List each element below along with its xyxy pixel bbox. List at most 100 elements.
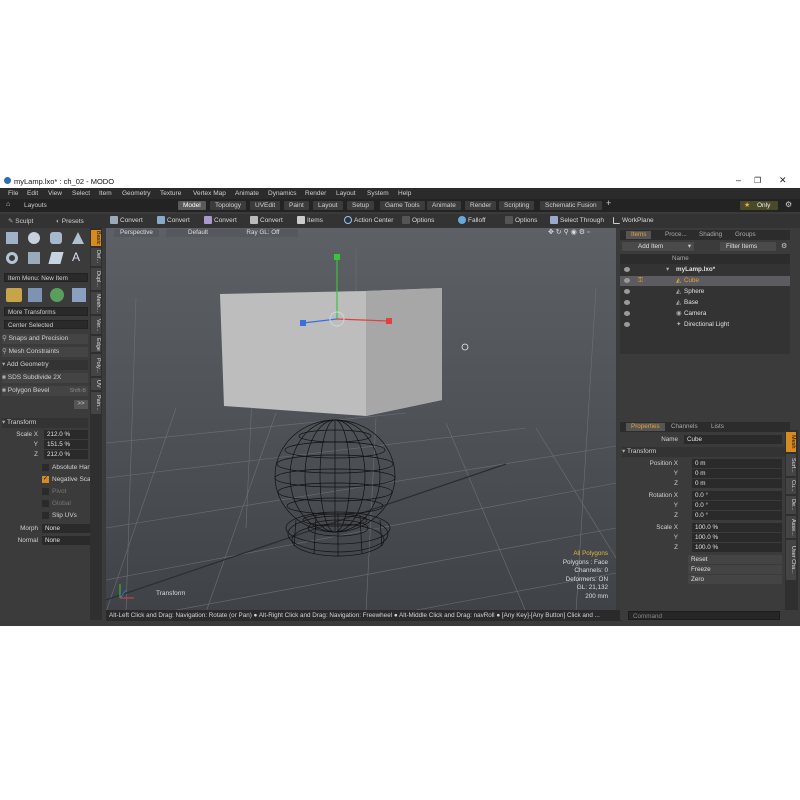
filter-items-button[interactable]: Filter Items — [720, 242, 776, 251]
tab-lists[interactable]: Lists — [706, 423, 729, 431]
tab-layout[interactable]: Layout — [313, 201, 343, 210]
menu-file[interactable]: File — [8, 190, 18, 197]
move-tool-icon[interactable] — [28, 288, 42, 302]
cylinder-primitive-icon[interactable] — [50, 232, 62, 244]
side-tab-mesh[interactable]: Mesh... — [91, 292, 101, 314]
tab-groups[interactable]: Groups — [730, 231, 761, 239]
scale-x-field[interactable]: 100.0 % — [692, 523, 782, 532]
side-tab-deformers[interactable]: De... — [786, 496, 796, 514]
home-icon[interactable]: ⌂ — [6, 201, 10, 208]
tab-model[interactable]: Model — [178, 201, 206, 210]
side-tab-curves[interactable]: Cu... — [786, 478, 796, 494]
side-tab-polygon[interactable]: Poly... — [91, 354, 101, 376]
side-tab-deform[interactable]: Def... — [91, 248, 101, 266]
sphere-primitive-icon[interactable] — [28, 232, 40, 244]
rotate-tool-icon[interactable] — [50, 288, 64, 302]
gear-icon[interactable]: ⚙ — [785, 200, 792, 209]
tab-properties[interactable]: Properties — [626, 423, 665, 431]
rotation-y-field[interactable]: 0.0 ° — [692, 501, 782, 510]
3d-viewport[interactable]: Perspective Default Ray GL: Off ✥ ↻ ⚲ ◉ … — [106, 228, 616, 612]
tree-item-sphere[interactable]: ◭ Sphere — [620, 287, 790, 297]
mesh-constraints-button[interactable]: ⚲ Mesh Constraints — [2, 347, 88, 357]
sphere-wireframe[interactable] — [274, 419, 396, 533]
menu-edit[interactable]: Edit — [27, 190, 38, 197]
negative-scale-checkbox[interactable]: ✓ Negative Scale — [42, 475, 96, 485]
action-center-button[interactable]: Action Center — [344, 216, 393, 226]
close-button[interactable]: ✕ — [779, 175, 787, 186]
tab-game-tools[interactable]: Game Tools — [380, 201, 425, 210]
name-field[interactable]: Cube — [684, 435, 782, 444]
falloff-options-button[interactable]: Options — [505, 216, 537, 226]
tab-paint[interactable]: Paint — [284, 201, 309, 210]
menu-select[interactable]: Select — [72, 190, 90, 197]
tab-render[interactable]: Render — [465, 201, 497, 210]
zero-button[interactable]: Zero — [688, 575, 782, 584]
sculpt-button[interactable]: ✎ Sculpt — [8, 217, 33, 227]
snaps-precision-button[interactable]: ⚲ Snaps and Precision — [2, 334, 88, 344]
x-axis-cap[interactable] — [386, 318, 392, 324]
visibility-eye-icon[interactable] — [624, 289, 630, 294]
raygl-dropdown[interactable]: Ray GL: Off — [228, 229, 298, 237]
action-options-button[interactable]: Options — [402, 216, 434, 226]
scale-z-field[interactable]: 212.0 % — [44, 450, 88, 459]
command-input[interactable]: Command — [628, 611, 780, 620]
panel-menu-icon[interactable]: ⚙ — [781, 242, 787, 250]
position-x-field[interactable]: 0 m — [692, 459, 782, 468]
side-tab-vertex[interactable]: Ver... — [91, 316, 101, 334]
side-tab-mesh[interactable]: Mesh — [786, 432, 796, 452]
side-tab-duplicate[interactable]: Dupl... — [91, 268, 101, 290]
z-axis-cap[interactable] — [300, 320, 306, 326]
scale-y-field[interactable]: 100.0 % — [692, 533, 782, 542]
more-arrow-button[interactable]: >> — [74, 400, 88, 409]
viewport-nav-icons[interactable]: ✥ ↻ ⚲ ◉ ⚙ ▫ — [548, 228, 589, 236]
convert-button-1[interactable]: Convert — [110, 216, 143, 226]
menu-help[interactable]: Help — [398, 190, 411, 197]
menu-animate[interactable]: Animate — [235, 190, 259, 197]
visibility-eye-icon[interactable] — [624, 267, 630, 272]
menu-dynamics[interactable]: Dynamics — [268, 190, 297, 197]
text-primitive-icon[interactable]: A — [72, 250, 80, 264]
y-axis-cap[interactable] — [334, 254, 340, 260]
global-checkbox[interactable]: Global — [42, 499, 71, 509]
torus-primitive-icon[interactable] — [6, 252, 18, 264]
sds-subdivide-button[interactable]: ■ SDS Subdivide 2X — [2, 373, 88, 383]
convert-button-2[interactable]: Convert — [157, 216, 190, 226]
layouts-label[interactable]: Layouts — [24, 202, 47, 209]
cube-primitive-icon[interactable] — [6, 232, 18, 244]
convert-button-3[interactable]: Convert — [204, 216, 237, 226]
menu-view[interactable]: View — [48, 190, 62, 197]
tree-item-scene[interactable]: ▾ myLamp.lxo* — [620, 265, 790, 275]
add-item-button[interactable]: Add Item ▾ — [622, 242, 694, 251]
scale-y-field[interactable]: 151.5 % — [44, 440, 88, 449]
position-y-field[interactable]: 0 m — [692, 469, 782, 478]
visibility-eye-icon[interactable] — [624, 278, 630, 283]
lock-icon[interactable]: ⚿ — [638, 276, 643, 286]
workplane-button[interactable]: WorkPlane — [613, 216, 654, 226]
side-tab-assembly[interactable]: Asse... — [786, 516, 796, 538]
presets-button[interactable]: ◐ Presets — [56, 217, 84, 227]
menu-system[interactable]: System — [367, 190, 389, 197]
scale-tool-icon[interactable] — [72, 288, 86, 302]
scale-x-field[interactable]: 212.0 % — [44, 430, 88, 439]
restore-button[interactable]: ❐ — [754, 176, 761, 185]
tab-uvedit[interactable]: UVEdit — [250, 201, 281, 210]
plane-primitive-icon[interactable] — [48, 252, 64, 264]
visibility-eye-icon[interactable] — [624, 300, 630, 305]
capsule-primitive-icon[interactable] — [28, 252, 40, 264]
more-transforms-dropdown[interactable]: More Transforms — [4, 307, 88, 316]
only-toggle[interactable]: ★ Only — [740, 201, 778, 210]
tree-item-cube[interactable]: ⚿ ◭ Cube — [620, 276, 790, 286]
side-tab-user-channels[interactable]: User Cha... — [786, 540, 796, 580]
convert-button-4[interactable]: Convert — [250, 216, 283, 226]
tree-item-camera[interactable]: ◉ Camera — [620, 309, 790, 319]
menu-geometry[interactable]: Geometry — [122, 190, 151, 197]
center-selected-dropdown[interactable]: Center Selected — [4, 320, 88, 329]
tab-topology[interactable]: Topology — [210, 201, 247, 210]
slip-uvs-checkbox[interactable]: Slip UVs — [42, 511, 77, 521]
side-tab-basic[interactable]: Basic — [91, 230, 101, 246]
side-tab-uv[interactable]: UV — [91, 378, 101, 390]
items-button[interactable]: Items — [297, 216, 323, 226]
select-through-button[interactable]: Select Through — [550, 216, 604, 226]
view-projection-dropdown[interactable]: Perspective — [114, 229, 159, 237]
item-menu-dropdown[interactable]: Item Menu: New Item — [4, 273, 88, 282]
